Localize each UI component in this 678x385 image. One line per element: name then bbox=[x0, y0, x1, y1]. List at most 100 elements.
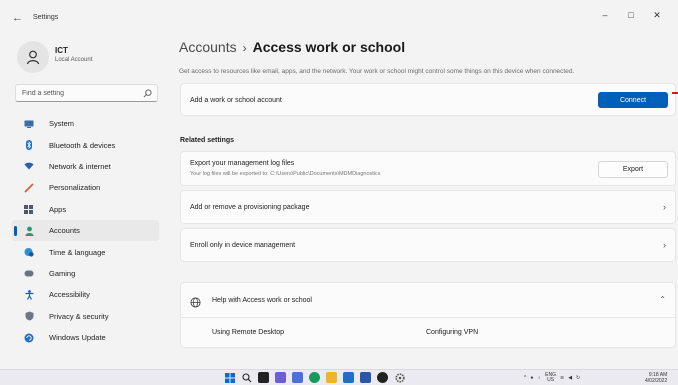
help-card[interactable]: Help with Access work or school ⌃ bbox=[180, 282, 676, 318]
page-title: Access work or school bbox=[252, 39, 406, 55]
sidebar-item-apps[interactable]: Apps bbox=[12, 199, 159, 220]
related-settings-heading: Related settings bbox=[180, 137, 235, 144]
export-button[interactable]: Export bbox=[598, 161, 668, 178]
enroll-mdm-card[interactable]: Enroll only in device management › bbox=[180, 228, 676, 262]
shield-icon bbox=[22, 311, 36, 321]
sidebar-item-label: Accessibility bbox=[49, 290, 90, 300]
accounts-icon bbox=[22, 226, 36, 236]
title-bar: ← Settings – □ ✕ bbox=[0, 0, 678, 36]
store-icon[interactable] bbox=[360, 372, 371, 383]
provisioning-label: Add or remove a provisioning package bbox=[190, 204, 310, 211]
language-indicator[interactable]: ENG US bbox=[545, 373, 556, 383]
clock-date: 4/02/2022 bbox=[645, 378, 668, 384]
sidebar-item-accounts[interactable]: Accounts bbox=[12, 219, 159, 242]
task-view-icon[interactable] bbox=[258, 372, 269, 383]
chat-icon[interactable] bbox=[292, 372, 303, 383]
remote-desktop-link[interactable]: Using Remote Desktop bbox=[212, 329, 284, 336]
chevron-up-icon[interactable]: ⌃ bbox=[659, 295, 666, 304]
window-controls: – □ ✕ bbox=[592, 10, 670, 21]
sidebar-item-gaming[interactable]: Gaming bbox=[12, 263, 159, 284]
sidebar-item-personalization[interactable]: Personalization bbox=[12, 177, 159, 198]
brush-icon bbox=[22, 183, 36, 193]
sidebar-item-system[interactable]: System bbox=[12, 113, 159, 134]
add-account-card: Add a work or school account Connect bbox=[180, 83, 676, 116]
sidebar-item-windows-update[interactable]: Windows Update bbox=[12, 327, 159, 348]
avatar bbox=[17, 41, 49, 73]
edge-icon[interactable] bbox=[309, 372, 320, 383]
sidebar-item-label: Gaming bbox=[49, 268, 76, 278]
back-arrow-icon[interactable]: ← bbox=[12, 12, 23, 24]
sidebar-item-label: System bbox=[49, 119, 75, 129]
sidebar-item-network[interactable]: Network & internet bbox=[12, 156, 159, 177]
volume-icon[interactable]: ◀ bbox=[568, 375, 572, 381]
sidebar-item-label: Accounts bbox=[49, 226, 80, 236]
search-input[interactable] bbox=[22, 88, 137, 99]
help-label: Help with Access work or school bbox=[212, 297, 312, 304]
profile-name: ICT bbox=[55, 46, 68, 55]
sidebar-item-bluetooth[interactable]: Bluetooth & devices bbox=[12, 134, 159, 155]
user-profile[interactable]: ICT Local Account bbox=[15, 41, 165, 75]
provisioning-card[interactable]: Add or remove a provisioning package › bbox=[180, 190, 676, 224]
profile-account-type: Local Account bbox=[55, 57, 93, 63]
settings-gear-icon[interactable] bbox=[394, 372, 405, 383]
clock[interactable]: 9:18 AM 4/02/2022 bbox=[645, 372, 667, 384]
taskbar-apps bbox=[224, 372, 405, 383]
widgets-icon[interactable] bbox=[275, 372, 286, 383]
wifi-icon[interactable]: ≋ bbox=[560, 375, 564, 381]
update-icon bbox=[22, 333, 36, 343]
system-tray: ^ ● ♁ ENG US ≋ ◀ ↻ bbox=[524, 372, 580, 384]
sidebar-item-label: Apps bbox=[49, 204, 67, 214]
sidebar-item-label: Windows Update bbox=[49, 333, 106, 343]
export-logs-path: Your log files will be exported to: C:\U… bbox=[190, 171, 381, 177]
person-icon bbox=[26, 50, 40, 65]
apps-icon bbox=[22, 204, 36, 214]
chevron-right-icon: › bbox=[663, 202, 666, 212]
mail-icon[interactable] bbox=[343, 372, 354, 383]
sync-icon[interactable]: ↻ bbox=[576, 375, 580, 381]
sidebar-item-label: Bluetooth & devices bbox=[49, 140, 116, 150]
settings-window: ← Settings – □ ✕ ICT Local Account Find … bbox=[0, 0, 678, 369]
sidebar-item-label: Network & internet bbox=[49, 161, 111, 171]
breadcrumb-separator: › bbox=[242, 41, 247, 55]
sidebar-item-label: Time & language bbox=[49, 247, 106, 257]
start-icon[interactable] bbox=[224, 372, 235, 383]
page-heading: Accounts › Access work or school bbox=[179, 39, 405, 55]
maximize-button[interactable]: □ bbox=[618, 10, 644, 21]
enroll-mdm-label: Enroll only in device management bbox=[190, 242, 296, 249]
sidebar-nav: System Bluetooth & devices Network & int… bbox=[12, 113, 159, 348]
search-icon[interactable] bbox=[143, 89, 152, 98]
location-icon[interactable]: ♁ bbox=[537, 375, 541, 381]
minimize-button[interactable]: – bbox=[592, 10, 618, 21]
system-icon bbox=[22, 119, 36, 129]
globe-clock-icon bbox=[22, 247, 36, 257]
chevron-right-icon: › bbox=[663, 240, 666, 250]
breadcrumb-parent[interactable]: Accounts bbox=[179, 39, 237, 55]
search-box[interactable] bbox=[15, 84, 158, 102]
export-logs-label: Export your management log files bbox=[190, 160, 295, 167]
connect-button[interactable]: Connect bbox=[598, 92, 668, 108]
vpn-link[interactable]: Configuring VPN bbox=[426, 329, 478, 336]
page-description: Get access to resources like email, apps… bbox=[179, 68, 575, 75]
sidebar-item-accessibility[interactable]: Accessibility bbox=[12, 284, 159, 305]
app-icon[interactable] bbox=[377, 372, 388, 383]
security-icon[interactable]: ● bbox=[530, 375, 533, 381]
gamepad-icon bbox=[22, 268, 36, 278]
window-title: Settings bbox=[33, 14, 59, 21]
sidebar-item-label: Privacy & security bbox=[49, 311, 109, 321]
add-account-label: Add a work or school account bbox=[190, 97, 282, 104]
file-explorer-icon[interactable] bbox=[326, 372, 337, 383]
close-button[interactable]: ✕ bbox=[644, 10, 670, 21]
sidebar-item-label: Personalization bbox=[49, 183, 101, 193]
sidebar-item-time-language[interactable]: Time & language bbox=[12, 241, 159, 262]
annotation-mark bbox=[672, 92, 678, 94]
search-icon[interactable] bbox=[241, 372, 252, 383]
export-logs-card: Export your management log files Your lo… bbox=[180, 151, 676, 186]
globe-icon bbox=[190, 295, 201, 313]
accessibility-icon bbox=[22, 289, 36, 300]
taskbar: ^ ● ♁ ENG US ≋ ◀ ↻ 9:18 AM 4/02/2022 bbox=[0, 369, 678, 385]
sidebar-item-privacy-security[interactable]: Privacy & security bbox=[12, 306, 159, 327]
help-links: Using Remote Desktop Configuring VPN bbox=[180, 318, 676, 348]
bluetooth-icon bbox=[22, 140, 36, 151]
network-icon bbox=[22, 161, 36, 171]
chevron-up-icon[interactable]: ^ bbox=[524, 375, 526, 381]
